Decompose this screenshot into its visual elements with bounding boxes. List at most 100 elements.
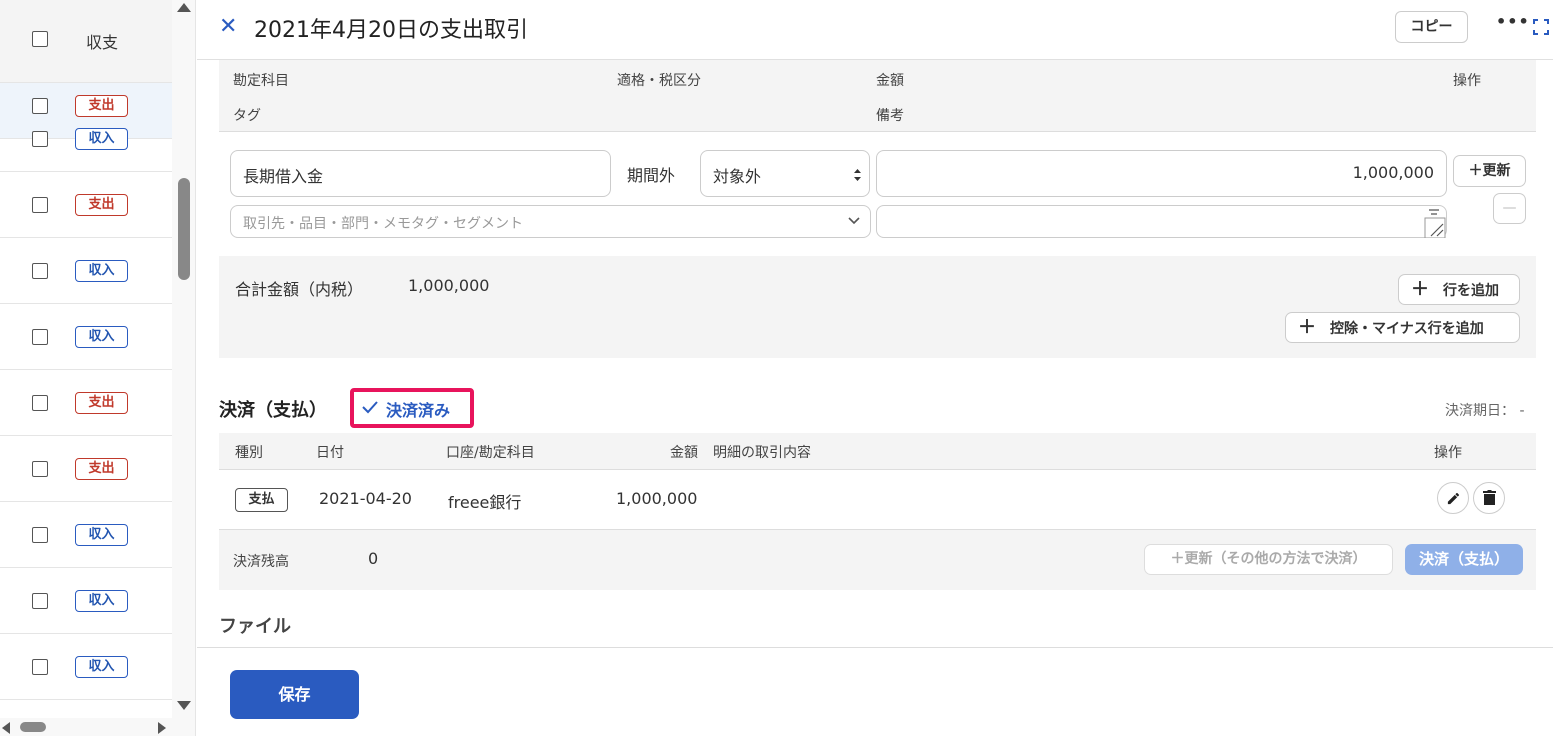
remove-row-button[interactable]: — [1493, 193, 1526, 224]
income-badge: 収入 [75, 326, 128, 348]
total-value: 1,000,000 [408, 276, 490, 295]
select-arrows-icon [854, 169, 861, 181]
update-row-button[interactable]: ＋更新 [1453, 155, 1526, 187]
income-badge: 収入 [75, 590, 128, 612]
list-item[interactable]: 支出 [0, 436, 172, 502]
h-scroll-thumb[interactable] [20, 722, 46, 732]
add-row-label: 行を追加 [1443, 283, 1499, 299]
period-label: 期間外 [627, 166, 676, 185]
delete-payment-button[interactable] [1473, 482, 1505, 514]
col-account-header: 勘定科目 [233, 73, 289, 89]
row-checkbox[interactable] [32, 329, 48, 345]
col-account-header: 口座/勘定科目 [446, 445, 535, 461]
settlement-title: 決済（支払） [219, 400, 327, 421]
footer-divider [197, 647, 1553, 648]
list-item[interactable]: 収入 [0, 568, 172, 634]
chevron-down-icon [848, 217, 860, 225]
list-item[interactable]: 収入 [0, 106, 172, 172]
plus-icon: ＋ [1411, 279, 1429, 300]
plus-icon: ＋ [1298, 317, 1316, 338]
due-date: 決済期日： - [1445, 403, 1525, 419]
col-action-header: 操作 [1434, 445, 1462, 461]
pay-button[interactable]: 決済（支払） [1405, 544, 1523, 575]
row-checkbox[interactable] [32, 659, 48, 675]
list-horizontal-scrollbar[interactable] [0, 718, 172, 736]
more-options-icon[interactable]: ••• [1496, 12, 1530, 31]
income-badge: 収入 [75, 656, 128, 678]
close-icon[interactable]: ✕ [219, 14, 237, 39]
settled-status: 決済済み [386, 401, 451, 420]
page-title: 2021年4月20日の支出取引 [254, 18, 528, 43]
select-all-checkbox[interactable] [32, 31, 48, 47]
col-desc-header: 明細の取引内容 [713, 445, 811, 461]
tags-input[interactable]: 取引先・品目・部門・メモタグ・セグメント [230, 205, 871, 238]
list-item[interactable]: 支出 [0, 172, 172, 238]
account-input[interactable]: 長期借入金 [230, 150, 611, 197]
income-badge: 収入 [75, 524, 128, 546]
settlement-balance-block: 決済残高 0 ＋更新（その他の方法で決済） 決済（支払） [219, 530, 1536, 590]
files-title: ファイル [219, 616, 291, 637]
settlement-table-header: 種別 日付 口座/勘定科目 金額 明細の取引内容 操作 [219, 433, 1536, 470]
tax-select[interactable]: 対象外 [700, 150, 870, 197]
total-block: 合計金額（内税） 1,000,000 ＋ 行を追加 ＋ 控除・マイナス行を追加 [219, 256, 1536, 358]
list-item[interactable]: 収入 [0, 634, 172, 700]
check-icon [362, 401, 378, 414]
panel-header: ✕ 2021年4月20日の支出取引 コピー ••• [197, 0, 1553, 60]
note-textarea[interactable] [876, 205, 1447, 238]
col-note-header: 備考 [876, 108, 904, 124]
row-checkbox[interactable] [32, 461, 48, 477]
list-vertical-scrollbar[interactable] [172, 0, 196, 736]
payment-account: freee銀行 [448, 493, 522, 512]
payment-amount: 1,000,000 [616, 489, 698, 508]
list-item[interactable]: 収入 [0, 502, 172, 568]
expense-badge: 支出 [75, 194, 128, 216]
list-item[interactable]: 収入 [0, 304, 172, 370]
row-checkbox[interactable] [32, 131, 48, 147]
scroll-down-icon[interactable] [177, 701, 191, 710]
scroll-thumb[interactable] [178, 178, 190, 280]
add-minus-row-label: 控除・マイナス行を追加 [1330, 321, 1484, 337]
col-date-header: 日付 [316, 445, 344, 461]
save-button[interactable]: 保存 [230, 670, 359, 719]
details-table-header: 勘定科目 適格・税区分 金額 操作 タグ 備考 [219, 60, 1536, 132]
list-header-label: 収支 [86, 33, 119, 52]
add-minus-row-button[interactable]: ＋ 控除・マイナス行を追加 [1285, 312, 1520, 343]
row-checkbox[interactable] [32, 263, 48, 279]
add-row-button[interactable]: ＋ 行を追加 [1398, 274, 1520, 305]
trash-icon [1483, 490, 1496, 505]
amount-value: 1,000,000 [1352, 163, 1434, 182]
edit-payment-button[interactable] [1437, 482, 1469, 514]
payment-type-badge: 支払 [235, 488, 288, 512]
col-amount-header: 金額 [670, 445, 698, 461]
row-checkbox[interactable] [32, 197, 48, 213]
list-item[interactable]: 支出 [0, 370, 172, 436]
row-checkbox[interactable] [32, 395, 48, 411]
list-item[interactable]: 収入 [0, 238, 172, 304]
row-checkbox[interactable] [32, 593, 48, 609]
income-badge: 収入 [75, 260, 128, 282]
copy-button[interactable]: コピー [1395, 11, 1468, 43]
scroll-left-icon[interactable] [2, 722, 10, 734]
transaction-list: 収支 支出 収入 支出 収入 収入 支出 支出 収入 収入 収入 [0, 0, 172, 736]
col-tag-header: タグ [233, 108, 261, 124]
resize-handle-icon[interactable] [1423, 206, 1447, 238]
scroll-up-icon[interactable] [177, 3, 191, 12]
amount-input[interactable]: 1,000,000 [876, 150, 1447, 197]
row-checkbox[interactable] [32, 527, 48, 543]
expense-badge: 支出 [75, 392, 128, 414]
pencil-icon [1447, 492, 1460, 505]
update-other-method-button[interactable]: ＋更新（その他の方法で決済） [1144, 544, 1393, 575]
scroll-right-icon[interactable] [158, 722, 166, 734]
expand-icon[interactable] [1533, 19, 1549, 35]
list-header: 収支 [0, 0, 172, 83]
payment-date: 2021-04-20 [319, 489, 412, 508]
tags-placeholder: 取引先・品目・部門・メモタグ・セグメント [243, 216, 523, 232]
balance-value: 0 [368, 549, 379, 568]
expense-badge: 支出 [75, 458, 128, 480]
col-tax-header: 適格・税区分 [617, 73, 701, 89]
tax-value: 対象外 [713, 167, 762, 186]
col-type-header: 種別 [235, 445, 263, 461]
balance-label: 決済残高 [233, 554, 289, 570]
col-amount-header: 金額 [876, 73, 904, 89]
income-badge: 収入 [75, 128, 128, 150]
